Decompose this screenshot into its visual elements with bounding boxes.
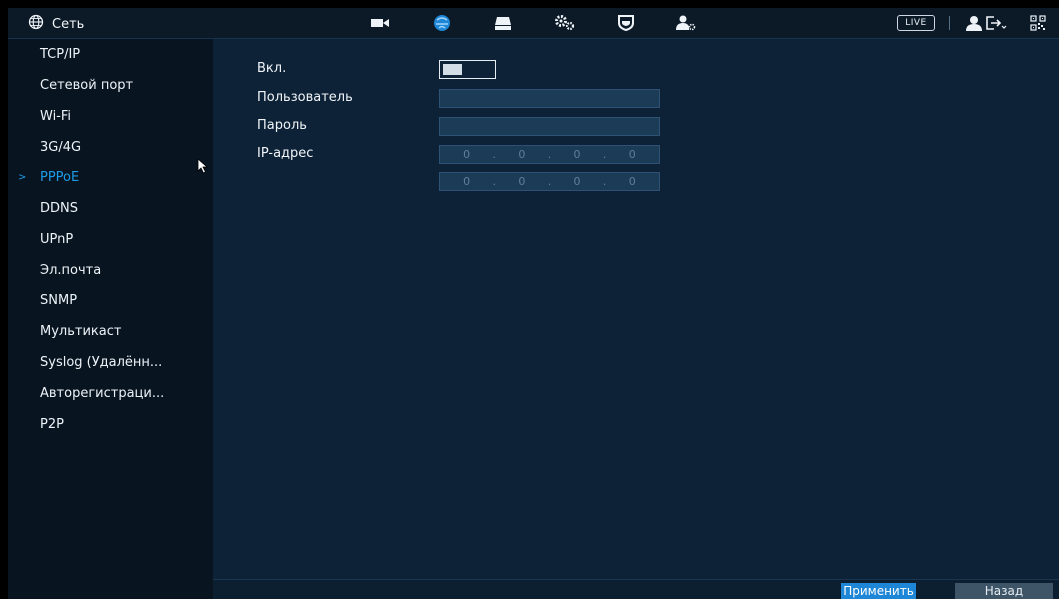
sidebar-item-label: Эл.почта: [40, 262, 102, 278]
ip-separator: .: [602, 148, 607, 161]
ip-octet: 0: [628, 175, 636, 188]
camera-icon[interactable]: [369, 14, 391, 32]
ip-separator: .: [547, 175, 552, 188]
globe-icon: [28, 14, 44, 34]
sidebar-item-label: TCP/IP: [40, 46, 81, 62]
bottom-action-bar: Применить Назад: [213, 579, 1059, 599]
password-label: Пароль: [257, 118, 307, 133]
screen: Сеть LIVE TCP/IP Сетевой порт Wi-Fi 3G/4…: [8, 8, 1059, 599]
ip-separator: .: [602, 175, 607, 188]
ip-octet: 0: [573, 148, 581, 161]
sidebar-item-label: PPPoE: [40, 169, 80, 185]
sidebar-item-label: Syslog (Удалённ...: [40, 354, 163, 370]
ip-address-input[interactable]: 0. 0. 0. 0: [439, 145, 660, 164]
ip-separator: .: [492, 175, 497, 188]
pppoe-settings-panel: Вкл. Пользователь Пароль IP-адрес 0. 0. …: [213, 39, 1059, 579]
ip-octet: 0: [518, 148, 526, 161]
enable-toggle[interactable]: [439, 60, 496, 79]
sidebar-item-wifi[interactable]: Wi-Fi: [8, 101, 213, 131]
username-label: Пользователь: [257, 90, 353, 105]
ip-address-label: IP-адрес: [257, 146, 314, 161]
page-title-area: Сеть: [28, 14, 84, 34]
ip-octet: 0: [573, 175, 581, 188]
ip-octet: 0: [463, 148, 471, 161]
sidebar-item-p2p[interactable]: P2P: [8, 409, 213, 439]
sidebar-item-multicast[interactable]: Мультикаст: [8, 316, 213, 346]
sidebar: TCP/IP Сетевой порт Wi-Fi 3G/4G > PPPoE …: [8, 39, 213, 599]
sidebar-item-syslog[interactable]: Syslog (Удалённ...: [8, 347, 213, 377]
ip-separator: .: [492, 148, 497, 161]
sidebar-item-label: 3G/4G: [40, 139, 82, 155]
sidebar-item-ddns[interactable]: DDNS: [8, 193, 213, 223]
logout-icon[interactable]: [985, 14, 1007, 32]
sidebar-item-label: Авторегистраци...: [40, 385, 165, 401]
active-marker-icon: >: [18, 171, 27, 183]
top-bar: Сеть LIVE: [8, 8, 1059, 39]
sidebar-item-label: DDNS: [40, 200, 78, 216]
network-icon[interactable]: [431, 14, 453, 32]
password-input[interactable]: [439, 117, 660, 136]
system-settings-icon[interactable]: [554, 14, 576, 32]
sidebar-item-snmp[interactable]: SNMP: [8, 285, 213, 315]
username-input[interactable]: [439, 89, 660, 108]
sidebar-item-label: UPnP: [40, 231, 74, 247]
ip-separator: .: [547, 148, 552, 161]
apply-button[interactable]: Применить: [841, 583, 916, 599]
mouse-cursor-icon: [197, 158, 209, 178]
live-view-button[interactable]: LIVE: [897, 15, 935, 31]
sidebar-item-autoregistration[interactable]: Авторегистраци...: [8, 378, 213, 408]
account-settings-icon[interactable]: [675, 14, 697, 32]
sidebar-item-3g4g[interactable]: 3G/4G: [8, 132, 213, 162]
secondary-ip-input[interactable]: 0. 0. 0. 0: [439, 172, 660, 191]
sidebar-item-label: Мультикаст: [40, 323, 122, 339]
toggle-knob: [443, 64, 462, 75]
page-title: Сеть: [52, 16, 85, 32]
toolbar-divider: [949, 16, 950, 30]
sidebar-item-network-port[interactable]: Сетевой порт: [8, 70, 213, 100]
qr-code-icon[interactable]: [1027, 14, 1049, 32]
sidebar-item-tcpip[interactable]: TCP/IP: [8, 39, 213, 69]
security-shield-icon[interactable]: [615, 14, 637, 32]
sidebar-item-label: P2P: [40, 416, 64, 432]
sidebar-item-label: Wi-Fi: [40, 108, 72, 124]
sidebar-item-upnp[interactable]: UPnP: [8, 224, 213, 254]
sidebar-item-label: SNMP: [40, 292, 78, 308]
sidebar-item-email[interactable]: Эл.почта: [8, 255, 213, 285]
enable-label: Вкл.: [257, 61, 287, 76]
ip-octet: 0: [518, 175, 526, 188]
sidebar-item-label: Сетевой порт: [40, 77, 134, 93]
sidebar-item-pppoe[interactable]: > PPPoE: [8, 162, 213, 192]
user-icon[interactable]: [963, 14, 985, 32]
ip-octet: 0: [463, 175, 471, 188]
storage-icon[interactable]: [492, 14, 514, 32]
back-button[interactable]: Назад: [955, 583, 1053, 599]
ip-octet: 0: [628, 148, 636, 161]
